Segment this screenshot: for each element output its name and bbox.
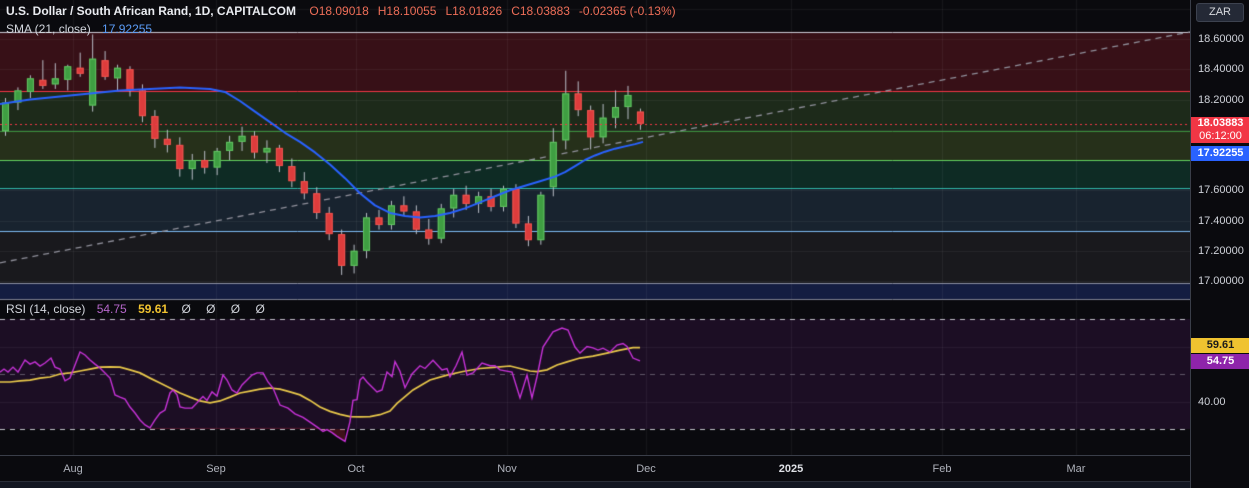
rsi-value-purple: 54.75 (96, 302, 127, 316)
symbol-title[interactable]: U.S. Dollar / South African Rand, 1D, CA… (6, 4, 296, 18)
sma-indicator-row[interactable]: SMA (21, close) 17.92255 (6, 22, 152, 36)
ohlc-readout: O18.09018 H18.10055 L18.01826 C18.03883 -0.0… (309, 4, 684, 18)
last-price-value: 18.03883 (1197, 117, 1244, 129)
price-tick-label: 17.00000 (1198, 275, 1244, 287)
rsi-ma-badge: 59.61 (1191, 338, 1249, 353)
time-axis-month-label[interactable]: Aug (51, 463, 95, 475)
sma-indicator-label[interactable]: SMA (21, close) (6, 22, 91, 36)
price-tick-label: 17.40000 (1198, 214, 1244, 227)
bar-countdown: 06:12:00 (1199, 130, 1242, 142)
open-value: O18.09018 (309, 4, 369, 18)
close-value: C18.03883 (511, 4, 570, 18)
price-tick-label: 18.20000 (1198, 93, 1244, 106)
price-tick-label: 17.60000 (1198, 184, 1244, 197)
time-axis-month-label[interactable]: Mar (1054, 463, 1098, 475)
high-value: H18.10055 (377, 4, 437, 18)
rsi-line-badge: 54.75 (1191, 354, 1249, 369)
time-axis-month-label[interactable]: Oct (334, 463, 378, 475)
price-rsi-chart-canvas[interactable] (0, 0, 1190, 455)
change-value: -0.02365 (-0.13%) (578, 4, 676, 18)
symbol-header[interactable]: U.S. Dollar / South African Rand, 1D, CA… (6, 4, 685, 19)
time-axis-month-label[interactable]: Dec (624, 463, 668, 475)
rsi-tick-label: 40.00 (1198, 395, 1226, 408)
time-axis[interactable]: Aug Sep Oct Nov Dec 2025 Feb Mar (0, 455, 1249, 482)
rsi-value-yellow: 59.61 (138, 302, 169, 316)
price-tick-label: 17.20000 (1198, 244, 1244, 257)
low-value: L18.01826 (445, 4, 503, 18)
currency-toggle-button[interactable]: ZAR (1196, 3, 1244, 22)
time-axis-month-label[interactable]: Feb (920, 463, 964, 475)
sma-price-badge: 17.92255 (1191, 146, 1249, 161)
time-axis-month-label[interactable]: Sep (194, 463, 238, 475)
sma-indicator-value: 17.92255 (102, 22, 153, 36)
price-tick-label: 18.40000 (1198, 63, 1244, 76)
time-axis-month-label[interactable]: Nov (485, 463, 529, 475)
time-axis-year-label[interactable]: 2025 (769, 463, 813, 475)
trading-chart-window: U.S. Dollar / South African Rand, 1D, CA… (0, 0, 1249, 488)
rsi-indicator-label[interactable]: RSI (14, close) (6, 302, 85, 316)
rsi-indicator-row[interactable]: RSI (14, close) 54.75 59.61 Ø Ø Ø Ø (6, 302, 271, 316)
price-tick-label: 18.60000 (1198, 33, 1244, 45)
price-axis[interactable]: ZAR 18.60000 18.40000 18.20000 17.60000 17.4… (1190, 0, 1249, 488)
rsi-hidden-values: Ø Ø Ø Ø (181, 302, 271, 316)
bottom-strip (0, 481, 1249, 488)
last-price-badge: 18.03883 06:12:00 (1191, 117, 1249, 143)
